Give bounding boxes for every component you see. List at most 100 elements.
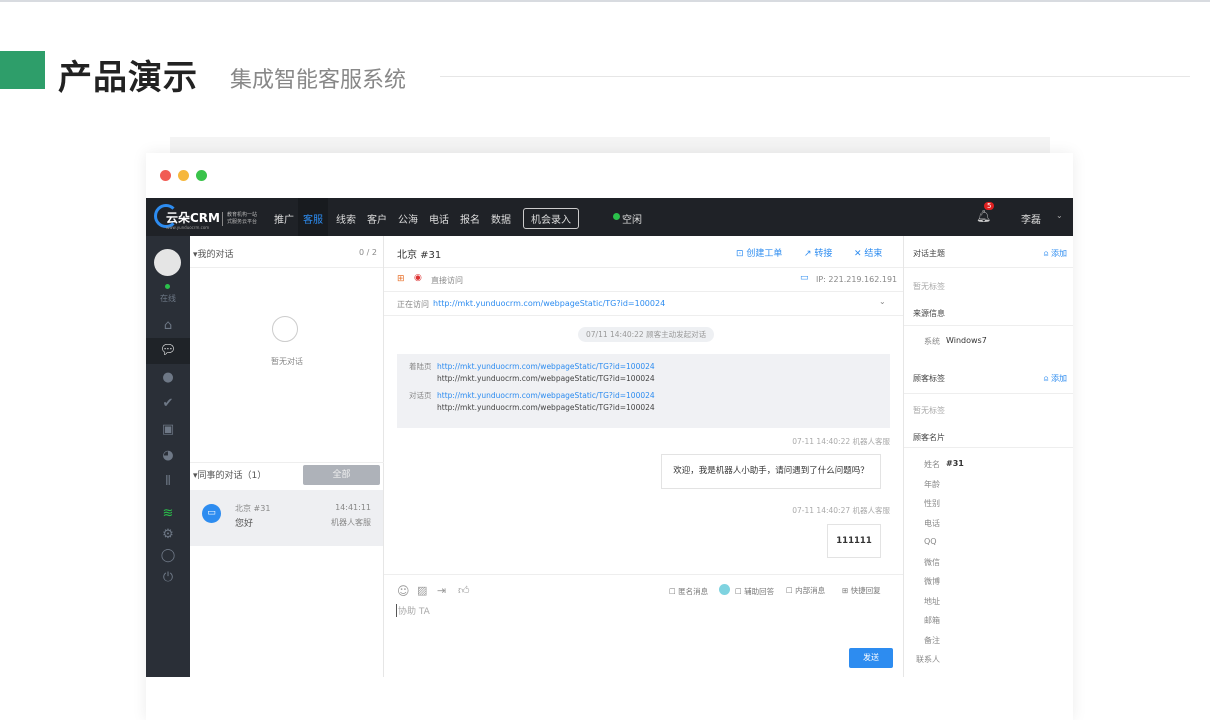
conversation-list-panel: ▾我的对话 0 / 2 暂无对话 ▾同事的对话（1） 全部 ▭ 北京 #31 您… bbox=[190, 236, 384, 677]
message-bubble: 欢迎，我是机器人小助手，请问遇到了什么问题吗？ bbox=[661, 454, 881, 489]
landing-link[interactable]: http://mkt.yunduocrm.com/webpageStatic/T… bbox=[437, 361, 655, 373]
agent-status[interactable]: 空闲 bbox=[622, 211, 642, 226]
message-meta: 07-11 14:40:27 机器人客服 bbox=[792, 506, 890, 515]
chat-title: 北京 #31 bbox=[397, 250, 442, 261]
logo-text: 云朵CRM bbox=[166, 211, 220, 225]
visiting-label: 正在访问 bbox=[397, 300, 429, 309]
avatar[interactable] bbox=[154, 249, 181, 276]
page-subtitle: 集成智能客服系统 bbox=[230, 68, 407, 93]
nav-item-customers[interactable]: 客户 bbox=[367, 211, 387, 226]
send-button[interactable]: 发送 bbox=[849, 648, 893, 668]
field-value: #31 bbox=[946, 459, 964, 468]
settings-icon[interactable]: ⚙ bbox=[146, 527, 190, 542]
visitor-ip: IP: 221.219.162.191 bbox=[816, 275, 898, 284]
colleague-conversations-title: ▾同事的对话（1） bbox=[193, 471, 267, 481]
field-label: 地址 bbox=[924, 596, 940, 606]
message-icon[interactable]: ◯ bbox=[146, 548, 190, 563]
topic-title: 对话主题 bbox=[913, 249, 945, 258]
system-label: 系统 bbox=[924, 337, 940, 346]
visit-source: 直接访问 bbox=[431, 276, 463, 285]
team-icon[interactable]: ⫴ bbox=[146, 474, 190, 489]
emoji-icon[interactable]: ☺ bbox=[397, 584, 410, 598]
landing-url: http://mkt.yunduocrm.com/webpageStatic/T… bbox=[437, 374, 655, 383]
no-customer-tag: 暂无标签 bbox=[913, 406, 945, 415]
my-conversations-header[interactable]: ▾我的对话 0 / 2 bbox=[190, 236, 383, 268]
online-dot-icon bbox=[165, 284, 170, 289]
nav-item-public-pool[interactable]: 公海 bbox=[398, 211, 418, 226]
close-window-button[interactable] bbox=[160, 170, 171, 181]
thumbs-up-icon[interactable]: 👍︎ bbox=[458, 584, 470, 597]
desktop-visitor-icon: ▭ bbox=[202, 504, 221, 523]
logo-tagline-2: 式服务云平台 bbox=[227, 219, 258, 225]
minimize-window-button[interactable] bbox=[178, 170, 189, 181]
nav-item-service[interactable]: 客服 bbox=[298, 198, 328, 236]
expand-chevron-icon[interactable]: ⌄ bbox=[879, 297, 886, 306]
chat-icon[interactable]: 💬︎ bbox=[146, 338, 190, 364]
dialog-link[interactable]: http://mkt.yunduocrm.com/webpageStatic/T… bbox=[437, 390, 655, 402]
dialog-url: http://mkt.yunduocrm.com/webpageStatic/T… bbox=[437, 403, 655, 412]
assist-checkbox[interactable]: ☐ 辅助回答 bbox=[735, 586, 774, 597]
internal-checkbox[interactable]: ☐ 内部消息 bbox=[786, 585, 825, 596]
nav-item-data[interactable]: 数据 bbox=[491, 211, 511, 226]
customer-card-title: 顾客名片 bbox=[913, 433, 945, 442]
empty-conversations-text: 暂无对话 bbox=[271, 357, 303, 366]
field-label: 备注 bbox=[924, 635, 940, 645]
windows-icon: ⊞ bbox=[397, 274, 405, 284]
add-topic-button[interactable]: ⍝ 添加 bbox=[1044, 248, 1067, 259]
notification-badge: 5 bbox=[984, 202, 995, 210]
nav-item-leads[interactable]: 线索 bbox=[336, 211, 356, 226]
message-meta: 07-11 14:40:22 机器人客服 bbox=[792, 437, 890, 446]
empty-chat-icon bbox=[272, 316, 298, 342]
opportunity-entry-button[interactable]: 机会录入 bbox=[523, 208, 579, 229]
end-chat-button[interactable]: ✕ 结束 bbox=[854, 246, 882, 259]
bell-icon[interactable]: 🔔︎ bbox=[976, 209, 991, 223]
dialog-label: 对话页 bbox=[409, 391, 432, 400]
check-icon[interactable]: ✔ bbox=[146, 396, 190, 411]
landing-label: 着陆页 bbox=[409, 362, 432, 371]
field-label: 邮箱 bbox=[924, 616, 940, 625]
user-name[interactable]: 李磊 bbox=[1021, 211, 1041, 226]
nav-item-phone[interactable]: 电话 bbox=[429, 211, 449, 226]
add-tag-button[interactable]: ⍝ 添加 bbox=[1044, 373, 1067, 384]
power-icon[interactable]: ⏻ bbox=[146, 570, 190, 585]
pie-chart-icon[interactable]: ◕ bbox=[146, 448, 190, 463]
visiting-url[interactable]: http://mkt.yunduocrm.com/webpageStatic/T… bbox=[433, 299, 665, 308]
field-label: 年龄 bbox=[924, 479, 940, 489]
all-conversations-button[interactable]: 全部 bbox=[303, 465, 380, 485]
home-icon[interactable]: ⌂ bbox=[146, 318, 190, 333]
page-title: 产品演示 bbox=[58, 58, 198, 98]
anonymous-checkbox[interactable]: ☐ 匿名消息 bbox=[669, 586, 708, 597]
create-ticket-button[interactable]: ⊡ 创建工单 bbox=[736, 246, 782, 259]
conversation-time: 14:41:11 bbox=[335, 503, 371, 512]
field-label: 电话 bbox=[924, 518, 940, 528]
nav-item-enroll[interactable]: 报名 bbox=[460, 211, 480, 226]
transfer-button[interactable]: ↗ 转接 bbox=[804, 246, 832, 259]
schedule-icon[interactable]: ▣ bbox=[146, 422, 190, 437]
my-conversations-title: ▾我的对话 bbox=[193, 250, 234, 260]
field-label: QQ bbox=[924, 537, 937, 546]
no-topic-tag: 暂无标签 bbox=[913, 282, 945, 291]
field-label: 微博 bbox=[924, 577, 940, 586]
quick-reply-button[interactable]: ⊞ 快捷回复 bbox=[842, 585, 881, 596]
field-label: 微信 bbox=[924, 557, 940, 567]
logo-url: www.yunduocrm.com bbox=[166, 225, 210, 230]
image-icon[interactable]: ▨ bbox=[417, 584, 427, 597]
chat-panel: 北京 #31 ⊡ 创建工单 ↗ 转接 ✕ 结束 ⊞ ◉ 直接访问 ▭ IP: 2… bbox=[384, 236, 903, 677]
visit-info-box: 着陆页 http://mkt.yunduocrm.com/webpageStat… bbox=[397, 354, 890, 428]
title-divider bbox=[440, 76, 1190, 77]
message-bubble: 111111 bbox=[827, 524, 881, 558]
online-status: 在线 bbox=[160, 294, 176, 303]
maximize-window-button[interactable] bbox=[196, 170, 207, 181]
field-label: 姓名 bbox=[924, 460, 940, 469]
file-icon[interactable]: ⇥ bbox=[437, 584, 446, 597]
conversation-item[interactable]: ▭ 北京 #31 您好 14:41:11 机器人客服 bbox=[190, 490, 383, 546]
top-divider bbox=[0, 0, 1210, 2]
chevron-down-icon[interactable]: ⌄ bbox=[1056, 211, 1063, 220]
status-dot-icon bbox=[613, 213, 620, 220]
monitor-icon: ▭ bbox=[800, 273, 809, 283]
nav-item-promotion[interactable]: 推广 bbox=[274, 211, 294, 226]
user-icon[interactable]: ● bbox=[146, 370, 190, 385]
conversation-name: 北京 #31 bbox=[235, 504, 271, 513]
customer-info-panel: 对话主题 ⍝ 添加 暂无标签 来源信息 系统 Windows7 顾客标签 ⍝ 添… bbox=[903, 236, 1073, 677]
message-input[interactable]: 协助 TA bbox=[396, 604, 430, 617]
